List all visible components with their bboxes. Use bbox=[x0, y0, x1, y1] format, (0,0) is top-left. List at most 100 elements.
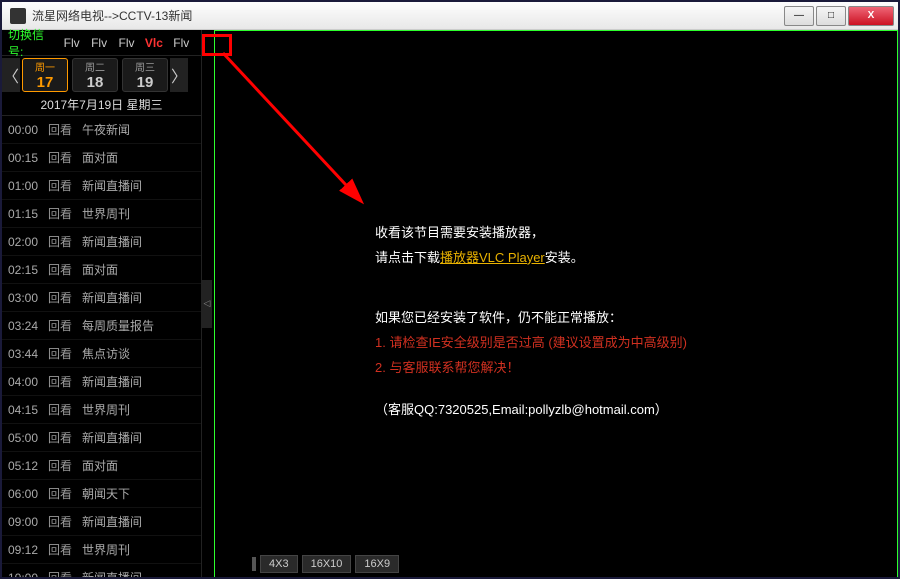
aspect-ratio-bar: 4X3 16X10 16X9 bbox=[252, 555, 399, 573]
aspect-16x9-button[interactable]: 16X9 bbox=[355, 555, 399, 573]
program-name: 世界周刊 bbox=[82, 205, 195, 222]
program-time: 01:15 bbox=[8, 207, 48, 221]
program-item[interactable]: 04:15回看世界周刊 bbox=[2, 396, 201, 424]
right-panel: ◁ 收看该节目需要安装播放器， 请点击下载播放器VLC Player安装。 如果… bbox=[202, 30, 898, 577]
collapse-handle[interactable]: ◁ bbox=[202, 280, 212, 328]
program-time: 00:00 bbox=[8, 123, 48, 137]
program-item[interactable]: 00:00回看午夜新闻 bbox=[2, 116, 201, 144]
aspect-16x10-button[interactable]: 16X10 bbox=[302, 555, 352, 573]
program-name: 新闻直播间 bbox=[82, 513, 195, 530]
program-action: 回看 bbox=[48, 373, 82, 390]
date-tab-0[interactable]: 周一 17 bbox=[22, 58, 68, 92]
msg-line-3: 如果您已经安装了软件，仍不能正常播放： bbox=[375, 306, 687, 331]
program-time: 10:00 bbox=[8, 571, 48, 578]
program-action: 回看 bbox=[48, 429, 82, 446]
program-time: 05:00 bbox=[8, 431, 48, 445]
program-time: 06:00 bbox=[8, 487, 48, 501]
program-time: 02:00 bbox=[8, 235, 48, 249]
program-name: 焦点访谈 bbox=[82, 345, 195, 362]
video-area: 收看该节目需要安装播放器， 请点击下载播放器VLC Player安装。 如果您已… bbox=[214, 30, 898, 577]
window-titlebar: 流星网络电视-->CCTV-13新闻 — □ X bbox=[2, 2, 898, 30]
program-name: 世界周刊 bbox=[82, 401, 195, 418]
program-action: 回看 bbox=[48, 289, 82, 306]
program-item[interactable]: 00:15回看面对面 bbox=[2, 144, 201, 172]
program-item[interactable]: 05:00回看新闻直播间 bbox=[2, 424, 201, 452]
date-tab-day: 19 bbox=[137, 74, 154, 91]
date-tab-day: 17 bbox=[37, 74, 54, 91]
program-action: 回看 bbox=[48, 205, 82, 222]
program-item[interactable]: 10:00回看新闻直播间 bbox=[2, 564, 201, 577]
aspect-separator bbox=[252, 557, 256, 571]
signal-option-2[interactable]: Flv bbox=[113, 36, 140, 50]
program-item[interactable]: 03:44回看焦点访谈 bbox=[2, 340, 201, 368]
program-item[interactable]: 01:00回看新闻直播间 bbox=[2, 172, 201, 200]
program-name: 新闻直播间 bbox=[82, 569, 195, 577]
app-body: 切换信号: Flv Flv Flv Vlc Flv 〈 周一 17 周二 18 … bbox=[2, 30, 898, 577]
program-action: 回看 bbox=[48, 457, 82, 474]
program-name: 新闻直播间 bbox=[82, 429, 195, 446]
program-name: 新闻直播间 bbox=[82, 289, 195, 306]
date-tab-day: 18 bbox=[87, 74, 104, 91]
program-time: 00:15 bbox=[8, 151, 48, 165]
program-action: 回看 bbox=[48, 233, 82, 250]
program-action: 回看 bbox=[48, 177, 82, 194]
msg-line-5: 2. 与客服联系帮您解决！ bbox=[375, 356, 687, 381]
program-time: 03:24 bbox=[8, 319, 48, 333]
signal-label: 切换信号: bbox=[8, 26, 52, 60]
signal-option-3-vlc[interactable]: Vlc bbox=[140, 36, 167, 50]
player-message: 收看该节目需要安装播放器， 请点击下载播放器VLC Player安装。 如果您已… bbox=[375, 221, 687, 423]
date-tab-2[interactable]: 周三 19 bbox=[122, 58, 168, 92]
program-action: 回看 bbox=[48, 121, 82, 138]
date-tab-weekday: 周一 bbox=[35, 59, 55, 74]
date-next-button[interactable]: 〉 bbox=[170, 58, 188, 92]
program-time: 03:44 bbox=[8, 347, 48, 361]
date-tabs: 〈 周一 17 周二 18 周三 19 〉 bbox=[2, 56, 201, 94]
minimize-button[interactable]: — bbox=[784, 6, 814, 26]
program-item[interactable]: 01:15回看世界周刊 bbox=[2, 200, 201, 228]
program-item[interactable]: 02:00回看新闻直播间 bbox=[2, 228, 201, 256]
program-time: 04:15 bbox=[8, 403, 48, 417]
program-action: 回看 bbox=[48, 569, 82, 577]
program-action: 回看 bbox=[48, 149, 82, 166]
program-item[interactable]: 09:12回看世界周刊 bbox=[2, 536, 201, 564]
program-item[interactable]: 03:24回看每周质量报告 bbox=[2, 312, 201, 340]
msg-line-1: 收看该节目需要安装播放器， bbox=[375, 221, 687, 246]
close-button[interactable]: X bbox=[848, 6, 894, 26]
program-time: 09:12 bbox=[8, 543, 48, 557]
program-name: 新闻直播间 bbox=[82, 233, 195, 250]
program-action: 回看 bbox=[48, 485, 82, 502]
program-list[interactable]: 00:00回看午夜新闻00:15回看面对面01:00回看新闻直播间01:15回看… bbox=[2, 116, 201, 577]
msg-line-2-post: 安装。 bbox=[545, 250, 584, 265]
signal-row: 切换信号: Flv Flv Flv Vlc Flv bbox=[2, 30, 201, 56]
app-icon bbox=[10, 8, 26, 24]
date-prev-button[interactable]: 〈 bbox=[2, 58, 20, 92]
program-item[interactable]: 02:15回看面对面 bbox=[2, 256, 201, 284]
program-time: 04:00 bbox=[8, 375, 48, 389]
program-name: 面对面 bbox=[82, 457, 195, 474]
maximize-button[interactable]: □ bbox=[816, 6, 846, 26]
program-action: 回看 bbox=[48, 541, 82, 558]
program-time: 03:00 bbox=[8, 291, 48, 305]
program-item[interactable]: 09:00回看新闻直播间 bbox=[2, 508, 201, 536]
signal-option-4[interactable]: Flv bbox=[168, 36, 195, 50]
signal-option-0[interactable]: Flv bbox=[58, 36, 85, 50]
program-item[interactable]: 05:12回看面对面 bbox=[2, 452, 201, 480]
date-tab-1[interactable]: 周二 18 bbox=[72, 58, 118, 92]
window-title: 流星网络电视-->CCTV-13新闻 bbox=[32, 7, 782, 24]
program-item[interactable]: 03:00回看新闻直播间 bbox=[2, 284, 201, 312]
program-time: 02:15 bbox=[8, 263, 48, 277]
aspect-4x3-button[interactable]: 4X3 bbox=[260, 555, 298, 573]
vlc-download-link[interactable]: 播放器VLC Player bbox=[440, 250, 545, 265]
program-name: 面对面 bbox=[82, 149, 195, 166]
program-name: 午夜新闻 bbox=[82, 121, 195, 138]
program-item[interactable]: 06:00回看朝闻天下 bbox=[2, 480, 201, 508]
signal-option-1[interactable]: Flv bbox=[85, 36, 112, 50]
program-name: 面对面 bbox=[82, 261, 195, 278]
program-name: 朝闻天下 bbox=[82, 485, 195, 502]
program-item[interactable]: 04:00回看新闻直播间 bbox=[2, 368, 201, 396]
date-tab-weekday: 周三 bbox=[135, 59, 155, 74]
date-tab-weekday: 周二 bbox=[85, 59, 105, 74]
program-time: 01:00 bbox=[8, 179, 48, 193]
left-panel: 切换信号: Flv Flv Flv Vlc Flv 〈 周一 17 周二 18 … bbox=[2, 30, 202, 577]
program-name: 世界周刊 bbox=[82, 541, 195, 558]
